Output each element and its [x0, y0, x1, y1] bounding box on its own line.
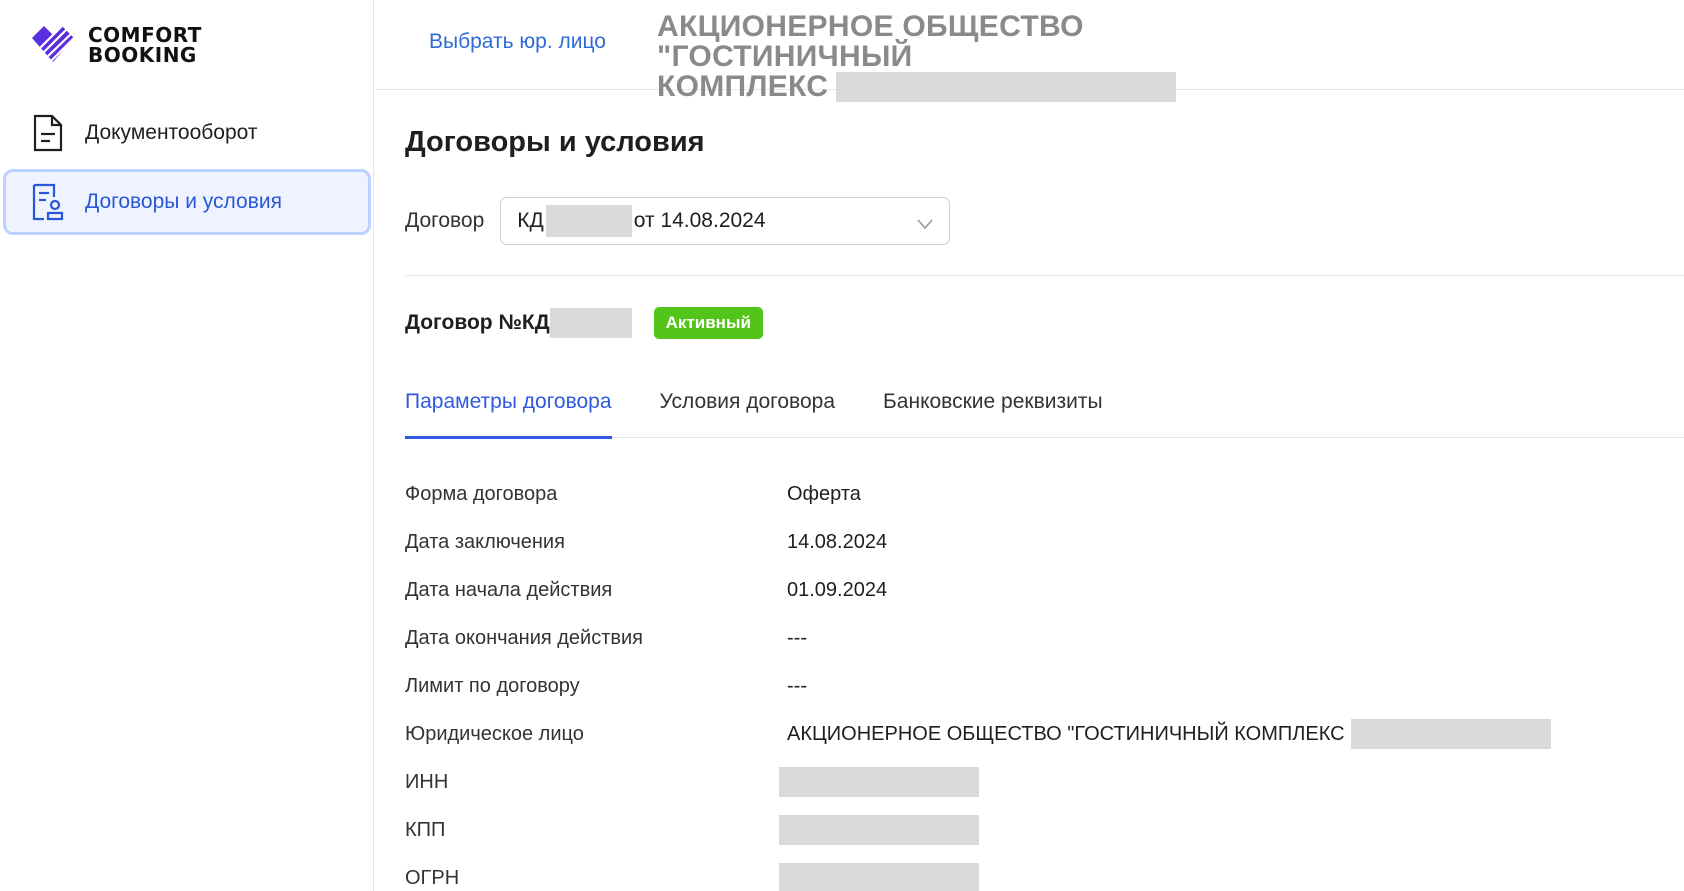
param-row: КПП — [405, 806, 1684, 854]
document-icon — [31, 113, 65, 153]
sidebar-item-contracts[interactable]: Договоры и условия — [3, 169, 371, 235]
tab-contract-parameters[interactable]: Параметры договора — [405, 390, 612, 439]
redacted-block — [779, 863, 979, 891]
sidebar-nav: Документооборот Договоры и условия — [0, 100, 374, 235]
org-title: АКЦИОНЕРНОЕ ОБЩЕСТВО "ГОСТИНИЧНЫЙ КОМПЛЕ… — [657, 12, 1337, 102]
contract-select-suffix: от 14.08.2024 — [633, 209, 766, 232]
param-value: --- — [787, 674, 807, 697]
param-label: Форма договора — [405, 482, 558, 505]
param-value — [779, 815, 979, 845]
select-legal-entity-link[interactable]: Выбрать юр. лицо — [429, 30, 606, 54]
param-value-legal-entity: АКЦИОНЕРНОЕ ОБЩЕСТВО "ГОСТИНИЧНЫЙ КОМПЛЕ… — [787, 719, 1551, 749]
tab-contract-terms[interactable]: Условия договора — [660, 390, 835, 438]
param-label: КПП — [405, 818, 446, 841]
redacted-block — [549, 308, 632, 338]
divider — [405, 275, 1684, 276]
page-title: Договоры и условия — [405, 126, 705, 158]
comfort-booking-logo-icon — [32, 25, 77, 63]
param-row: Дата заключения 14.08.2024 — [405, 518, 1684, 566]
brand-line2: BOOKING — [88, 43, 197, 67]
param-row: Дата окончания действия --- — [405, 614, 1684, 662]
main-content: Договоры и условия Договор КД от 14.08.2… — [405, 90, 1684, 891]
legal-entity-name: АКЦИОНЕРНОЕ ОБЩЕСТВО "ГОСТИНИЧНЫЙ КОМПЛЕ… — [787, 722, 1345, 745]
param-row: Лимит по договору --- — [405, 662, 1684, 710]
sidebar: COMFORT BOOKING Документооборот Договоры… — [0, 0, 374, 891]
param-label: Юридическое лицо — [405, 722, 584, 745]
param-row: Дата начала действия 01.09.2024 — [405, 566, 1684, 614]
contract-number: Договор №КД — [405, 311, 550, 334]
param-row: ИНН — [405, 758, 1684, 806]
param-value: --- — [787, 626, 807, 649]
contract-select-row: Договор КД от 14.08.2024 — [405, 197, 951, 245]
sidebar-item-documents[interactable]: Документооборот — [3, 100, 371, 166]
param-label: Дата заключения — [405, 530, 565, 553]
param-label: ИНН — [405, 770, 449, 793]
contract-header: Договор №КД Активный — [405, 307, 763, 339]
param-value: Оферта — [787, 482, 861, 505]
contract-parameters: Форма договора Оферта Дата заключения 14… — [405, 470, 1684, 891]
param-value: 01.09.2024 — [787, 578, 888, 601]
param-value: 14.08.2024 — [787, 530, 888, 553]
param-label: Дата начала действия — [405, 578, 613, 601]
param-label: Лимит по договору — [405, 674, 580, 697]
app-root: COMFORT BOOKING Документооборот Договоры… — [0, 0, 1684, 891]
sidebar-item-label: Документооборот — [85, 121, 258, 144]
contract-icon — [31, 182, 65, 222]
param-row: ОГРН — [405, 854, 1684, 891]
tab-bank-details[interactable]: Банковские реквизиты — [883, 390, 1103, 438]
contract-tabs: Параметры договора Условия договора Банк… — [405, 390, 1684, 439]
redacted-block — [779, 767, 979, 797]
chevron-down-icon — [917, 212, 933, 236]
param-row: Юридическое лицо АКЦИОНЕРНОЕ ОБЩЕСТВО "Г… — [405, 710, 1684, 758]
org-title-line1: АКЦИОНЕРНОЕ ОБЩЕСТВО "ГОСТИНИЧНЫЙ — [657, 10, 1084, 73]
redacted-block — [545, 205, 632, 237]
param-value — [779, 863, 979, 891]
status-badge: Активный — [653, 307, 763, 339]
contract-select[interactable]: КД от 14.08.2024 — [500, 197, 951, 245]
sidebar-item-label: Договоры и условия — [85, 190, 282, 213]
redacted-block — [1350, 719, 1551, 749]
contract-label: Договор — [405, 209, 485, 232]
redacted-block — [779, 815, 979, 845]
top-header: Выбрать юр. лицо АКЦИОНЕРНОЕ ОБЩЕСТВО "Г… — [375, 0, 1684, 102]
brand-logo[interactable]: COMFORT BOOKING — [28, 24, 202, 66]
brand-wordmark: COMFORT BOOKING — [88, 25, 202, 65]
param-value — [779, 767, 979, 797]
contract-select-prefix: КД — [517, 209, 544, 232]
brand-line1: COMFORT — [88, 23, 202, 47]
param-row: Форма договора Оферта — [405, 470, 1684, 518]
param-label: Дата окончания действия — [405, 626, 644, 649]
param-label: ОГРН — [405, 866, 460, 889]
